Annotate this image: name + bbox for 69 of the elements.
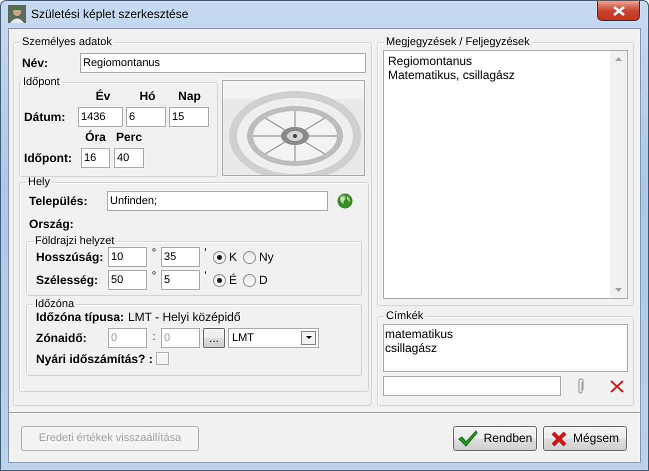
globe-icon[interactable] <box>337 193 353 209</box>
radio-button[interactable] <box>243 274 256 287</box>
list-item[interactable]: matematikus <box>385 327 626 342</box>
notes-field[interactable]: Regiomontanus Matematikus, csillagász <box>383 50 628 299</box>
column-header: Hó <box>138 88 156 104</box>
input-field[interactable]: 15 <box>169 107 209 127</box>
radio-label[interactable]: D <box>259 273 268 288</box>
radio-label[interactable]: K <box>229 250 238 265</box>
field-label: Dátum: <box>23 110 66 124</box>
group-label: Időpont <box>22 77 61 88</box>
field-label: Szélesség: <box>36 273 100 288</box>
field-label: Nyári időszámítás? : <box>36 352 154 366</box>
list-item[interactable]: csillagász <box>385 341 626 356</box>
input-field[interactable]: 5 <box>161 270 200 290</box>
delete-icon[interactable] <box>610 380 624 392</box>
close-icon <box>612 6 624 16</box>
settlement-field[interactable]: Unfinden; <box>107 191 328 211</box>
app-icon <box>8 5 26 23</box>
input-field[interactable]: 40 <box>114 148 144 168</box>
field-label: Időzóna típusa: <box>36 310 124 325</box>
field-label: Név: <box>22 56 50 70</box>
group-label: Személyes adatok <box>21 37 113 48</box>
minute-sign: ' <box>203 247 208 261</box>
check-icon <box>458 430 478 447</box>
column-header: Perc <box>114 130 144 144</box>
field-label: Időpont: <box>23 150 73 166</box>
field-label: Zónaidő: <box>36 330 88 345</box>
tag-field[interactable] <box>383 376 561 396</box>
radio-button[interactable] <box>213 274 226 287</box>
column-header: Nap <box>177 88 202 104</box>
cancel-icon <box>550 430 567 446</box>
input-field[interactable]: 35 <box>161 247 200 268</box>
radio-button[interactable] <box>213 250 226 264</box>
text-line: Regiomontanus <box>388 54 474 68</box>
group-label: Földrajzi helyzet <box>34 236 116 248</box>
text-line: Matematikus, csillagász <box>388 68 516 83</box>
scroll-down-icon[interactable] <box>615 288 622 292</box>
browse-button[interactable]: ... <box>203 328 225 348</box>
input-field[interactable]: 6 <box>126 107 166 127</box>
field-label: Hosszúság: <box>36 250 104 265</box>
input-field[interactable]: 1436 <box>78 107 123 127</box>
window-title: Születési képlet szerkesztése <box>31 7 188 22</box>
field-label: Ország: <box>29 217 74 232</box>
radio-label[interactable]: Ny <box>259 250 274 265</box>
paperclip-icon[interactable] <box>577 378 584 394</box>
caret-icon <box>306 336 312 340</box>
group-label: Címkék <box>385 311 424 322</box>
field-label: Település: <box>29 194 88 208</box>
cancel-button[interactable]: Mégsem <box>543 426 627 451</box>
column-header: Év <box>94 88 112 104</box>
radio-button[interactable] <box>243 250 256 264</box>
degree-sign: ° <box>150 247 158 261</box>
time-separator: : <box>151 331 157 344</box>
radio-label[interactable]: É <box>229 273 238 288</box>
minute-sign: ' <box>203 270 208 284</box>
group-label: Időzóna <box>34 299 76 310</box>
timezone-dropdown[interactable]: LMT <box>228 328 319 348</box>
ok-button[interactable]: Rendben <box>453 426 537 451</box>
degree-sign: ° <box>150 270 158 284</box>
close-button[interactable] <box>597 1 640 21</box>
group-label: Hely <box>27 177 52 188</box>
timezone-type: LMT - Helyi középidő <box>128 310 240 325</box>
group-label: Megjegyzések / Feljegyzések <box>385 37 531 48</box>
scroll-up-icon[interactable] <box>615 57 622 61</box>
name-field[interactable]: Regiomontanus <box>80 53 366 73</box>
input-field[interactable]: 50 <box>108 270 147 290</box>
input-field[interactable]: 10 <box>108 247 147 268</box>
input-field[interactable]: 16 <box>81 148 110 168</box>
column-header: Óra <box>84 130 107 144</box>
